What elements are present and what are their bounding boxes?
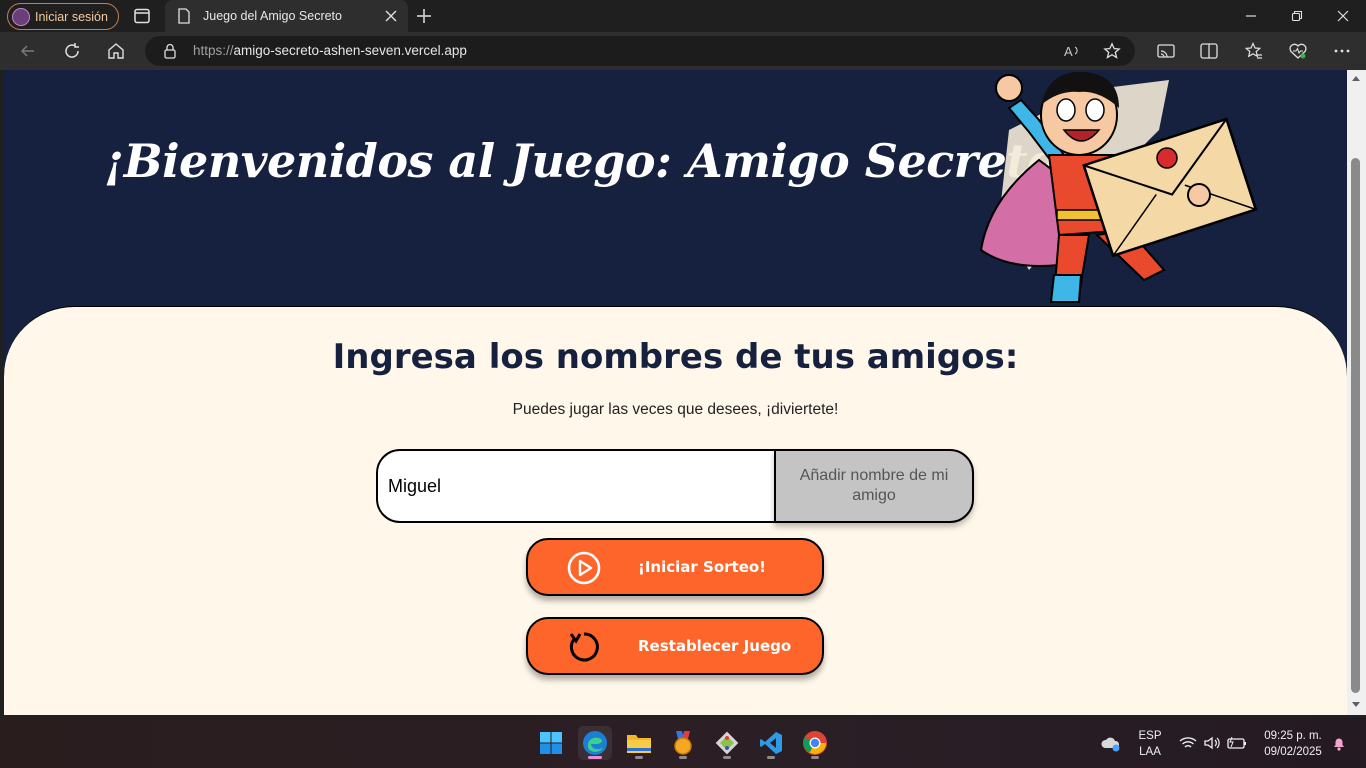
reset-icon <box>569 632 599 662</box>
taskbar-file-explorer[interactable] <box>622 726 656 760</box>
split-screen-icon[interactable] <box>1199 41 1219 61</box>
sign-in-button[interactable]: Iniciar sesión <box>7 3 119 30</box>
favorite-star-icon[interactable] <box>1103 42 1121 60</box>
vertical-scrollbar[interactable] <box>1347 70 1366 715</box>
back-icon[interactable] <box>18 41 38 61</box>
taskbar-chrome[interactable] <box>798 726 832 760</box>
sign-in-label: Iniciar sesión <box>35 9 108 24</box>
close-icon <box>1337 10 1349 22</box>
keyboard-layout: LAA <box>1139 746 1161 758</box>
restore-icon <box>1291 10 1303 22</box>
taskbar-app-git[interactable] <box>710 726 744 760</box>
url-host: amigo-secreto-ashen-seven.vercel.app <box>233 43 467 58</box>
read-aloud-icon[interactable]: A <box>1063 42 1081 60</box>
restore-button[interactable] <box>1274 0 1320 32</box>
notification-bell-icon[interactable] <box>1331 736 1347 752</box>
start-draw-button[interactable]: ¡Iniciar Sorteo! <box>526 538 824 596</box>
friends-input-panel: Ingresa los nombres de tus amigos: Puede… <box>4 306 1347 715</box>
url-field[interactable]: https://amigo-secreto-ashen-seven.vercel… <box>145 36 1135 66</box>
reset-game-label: Restablecer Juego <box>638 637 792 655</box>
minimize-icon <box>1246 15 1256 17</box>
windows-taskbar: ESP LAA 09:25 p. m. 09/02/2025 <box>0 718 1366 768</box>
medal-icon <box>674 731 692 755</box>
edge-icon <box>583 731 607 755</box>
running-indicator <box>811 756 819 759</box>
new-tab-icon[interactable] <box>414 6 434 26</box>
scrollbar-thumb[interactable] <box>1351 158 1360 693</box>
volume-icon[interactable] <box>1203 735 1221 751</box>
taskbar-vscode[interactable] <box>754 726 788 760</box>
clock[interactable]: 09:25 p. m. 09/02/2025 <box>1256 728 1330 760</box>
tab-actions-icon[interactable] <box>133 7 151 25</box>
section-title: Ingresa los nombres de tus amigos: <box>332 337 1019 377</box>
running-indicator <box>635 756 643 759</box>
chrome-icon <box>803 731 827 755</box>
wifi-icon[interactable] <box>1179 736 1197 750</box>
onedrive-weather-icon[interactable] <box>1101 735 1121 753</box>
running-indicator <box>723 756 731 759</box>
favorites-icon[interactable] <box>1244 41 1264 61</box>
add-friend-row: Añadir nombre de mi amigo <box>376 449 976 523</box>
close-tab-icon[interactable] <box>384 9 398 23</box>
minimize-button[interactable] <box>1228 0 1274 32</box>
superhero-with-envelope-image <box>979 71 1258 303</box>
close-window-button[interactable] <box>1320 0 1366 32</box>
url-protocol: https:// <box>193 43 234 58</box>
profile-avatar-icon <box>12 7 30 26</box>
taskbar-app-medal[interactable] <box>666 726 700 760</box>
active-indicator <box>588 756 602 759</box>
start-button[interactable] <box>534 726 568 760</box>
friend-name-input[interactable] <box>376 449 776 523</box>
subtitle: Puedes jugar las veces que desees, ¡divi… <box>512 401 839 418</box>
address-toolbar: https://amigo-secreto-ashen-seven.vercel… <box>0 32 1366 70</box>
clock-time: 09:25 p. m. <box>1264 730 1322 742</box>
lock-icon[interactable] <box>163 43 177 59</box>
cast-icon[interactable] <box>1156 41 1176 61</box>
vscode-icon <box>760 732 782 754</box>
taskbar-edge[interactable] <box>578 726 612 760</box>
folder-icon <box>627 735 651 753</box>
more-options-icon[interactable] <box>1332 41 1352 61</box>
browser-tab-bar: Iniciar sesión Juego del Amigo Secreto <box>0 0 1366 32</box>
url-text: https://amigo-secreto-ashen-seven.vercel… <box>193 43 467 58</box>
page-icon <box>178 8 190 24</box>
windows-logo-icon <box>540 732 562 754</box>
running-indicator <box>679 756 687 759</box>
running-indicator <box>767 756 775 759</box>
clock-date: 09/02/2025 <box>1264 746 1322 758</box>
reload-icon[interactable] <box>62 41 82 61</box>
language-indicator[interactable]: ESP LAA <box>1136 728 1164 760</box>
page-header: ¡Bienvenidos al Juego: Amigo Secreto! <box>4 70 1347 330</box>
tab-title: Juego del Amigo Secreto <box>203 9 342 23</box>
page-viewport: ¡Bienvenidos al Juego: Amigo Secreto! In… <box>4 70 1347 715</box>
language-code: ESP <box>1138 730 1162 742</box>
home-icon[interactable] <box>106 41 126 61</box>
scroll-down-arrow-icon[interactable] <box>1351 701 1361 709</box>
git-tool-icon <box>715 731 739 755</box>
page-title: ¡Bienvenidos al Juego: Amigo Secreto! <box>104 134 1077 188</box>
browser-essentials-icon[interactable] <box>1288 41 1308 61</box>
scroll-up-arrow-icon[interactable] <box>1351 74 1361 82</box>
battery-icon[interactable] <box>1227 736 1247 750</box>
add-friend-button[interactable]: Añadir nombre de mi amigo <box>774 449 974 523</box>
play-icon <box>567 551 601 585</box>
start-draw-label: ¡Iniciar Sorteo! <box>638 558 767 576</box>
svg-text:A: A <box>1064 44 1073 59</box>
active-tab[interactable]: Juego del Amigo Secreto <box>165 0 408 32</box>
reset-game-button[interactable]: Restablecer Juego <box>526 617 824 675</box>
